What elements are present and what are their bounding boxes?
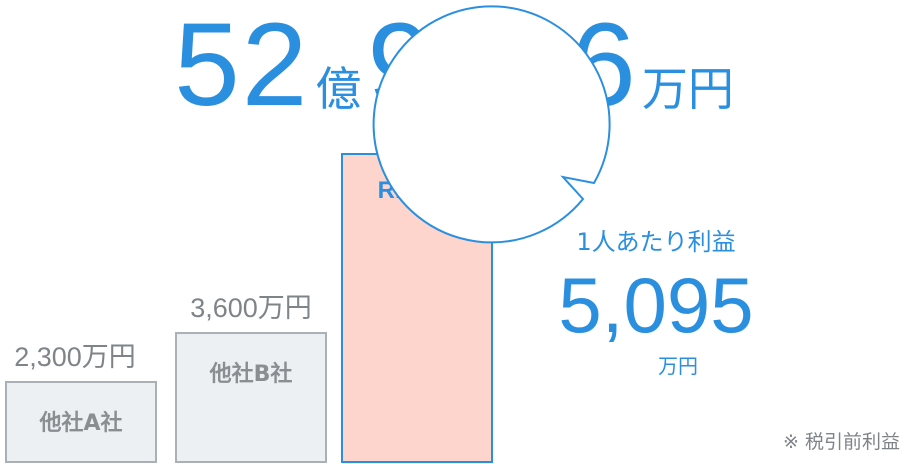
bubble-unit: 万円 — [658, 354, 698, 378]
footnote-pretax-profit: ※ 税引前利益 — [783, 431, 900, 453]
speech-bubble-shape — [372, 5, 611, 244]
bubble-label: 1人あたり利益 — [576, 228, 735, 256]
per-person-bubble: 1人あたり利益 5,095 万円 — [372, 5, 754, 378]
bubble-value: 5,095 — [558, 261, 753, 349]
